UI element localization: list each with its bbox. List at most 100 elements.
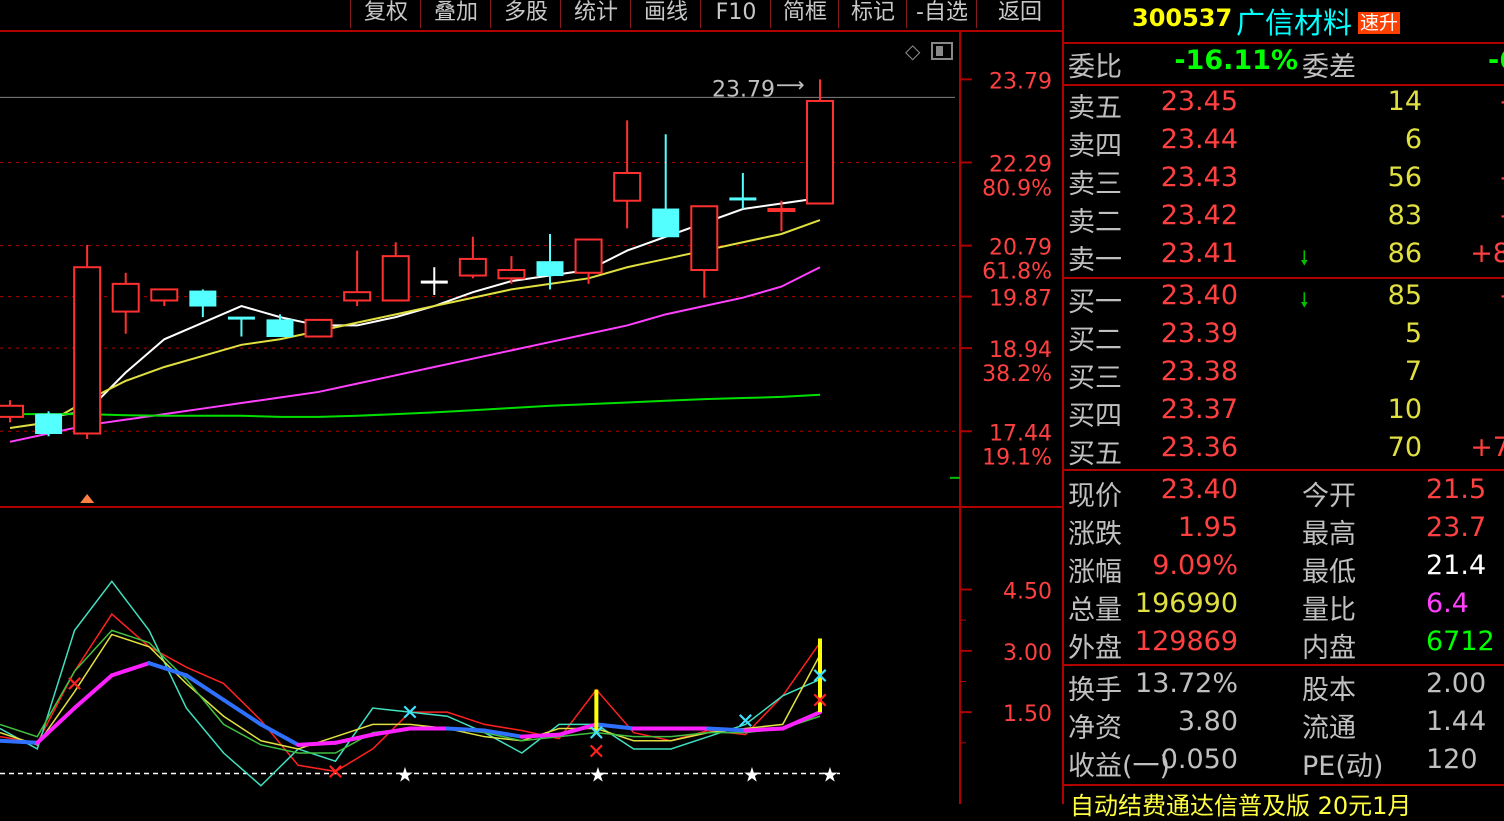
indicator-signal-segment (519, 732, 562, 739)
candle-body (497, 269, 526, 280)
buy-order-volume: 7 (1404, 356, 1422, 387)
stat-value: 3.80 (1177, 706, 1238, 737)
candle-body (304, 318, 333, 338)
fib-axis-label: 80.9% (982, 176, 1052, 201)
toolbar-button-3[interactable]: 多股 (490, 0, 561, 28)
candle-body (613, 172, 642, 202)
candle-body (150, 288, 179, 302)
sell-order-price: 23.41 (1160, 238, 1238, 269)
high-value-label: 23.79 (712, 77, 775, 102)
stat-value: 23.40 (1160, 474, 1238, 505)
indicator-axis-label: 1.50 (1003, 702, 1052, 727)
buy-order-volume: 70 (1387, 432, 1422, 463)
toolbar-button-2[interactable]: 叠加 (420, 0, 491, 28)
stat-row: 现价 23.40 今开 21.5 (1064, 474, 1504, 512)
sell-order-label: 卖一 (1068, 245, 1122, 276)
candle-body (381, 255, 410, 302)
x-marker-icon: ✕ (65, 673, 83, 698)
stat-value: 120 (1426, 744, 1478, 775)
sell-order-row[interactable]: 卖一 23.41 🠗 86 +8 (1064, 238, 1504, 276)
speed-badge: 速升 (1358, 12, 1401, 34)
candle-body (266, 319, 294, 338)
stat-value: 1.95 (1177, 512, 1238, 543)
sell-order-price: 23.45 (1160, 86, 1238, 117)
candle-body (458, 257, 487, 277)
buy-order-row[interactable]: 买五 23.36 70 +7 (1064, 432, 1504, 470)
stat-label: 涨幅 (1068, 557, 1122, 588)
weicha-label: 委差 (1302, 52, 1356, 83)
candle-body (536, 261, 564, 277)
stock-name[interactable]: 广信材料 (1236, 0, 1352, 42)
down-arrow-icon: 🠗 (1300, 246, 1309, 270)
buy-order-row[interactable]: 买一 23.40 🠗 85 - (1064, 280, 1504, 318)
weibi-label: 委比 (1068, 52, 1122, 83)
sell-order-label: 卖二 (1068, 207, 1122, 238)
stat-value: 9.09% (1152, 550, 1238, 581)
quote-panel: 300537 广信材料 速升 委比 -16.11% 委差 -6 卖五 23.45 1… (1062, 0, 1504, 820)
sell-order-label: 卖五 (1068, 93, 1122, 124)
price-axis-label: 22.29 (989, 152, 1052, 177)
weibi-value: -16.11% (1174, 45, 1298, 76)
sell-order-row[interactable]: 卖三 23.43 56 - (1064, 162, 1504, 200)
buy-order-volume: 85 (1387, 280, 1422, 311)
stat-label: 收益(一) (1068, 751, 1171, 782)
stat-row: 收益(一) 0.050 PE(动) 120 (1064, 744, 1504, 782)
stat-label: 涨跌 (1068, 519, 1122, 550)
stat-row: 外盘 129869 内盘 6712 (1064, 626, 1504, 664)
stat-label: 现价 (1068, 481, 1122, 512)
sell-order-price: 23.44 (1160, 124, 1238, 155)
candle-body (343, 291, 372, 302)
candle-body (652, 208, 680, 238)
sell-order-row[interactable]: 卖五 23.45 14 - (1064, 86, 1504, 124)
stat-row: 净资 3.80 流通 1.44 (1064, 706, 1504, 744)
toolbar-button-5[interactable]: 画线 (630, 0, 701, 28)
buy-order-row[interactable]: 买三 23.38 7 (1064, 356, 1504, 394)
stat-value: 6.4 (1426, 588, 1469, 619)
stat-label: 股本 (1302, 675, 1356, 706)
signal-triangle-icon (80, 494, 95, 503)
price-axis-label: 17.44 (989, 421, 1052, 446)
arrow-icon: ⟶ (776, 72, 805, 96)
price-axis-label: 19.87 (989, 287, 1052, 312)
weicha-value: -6 (1488, 45, 1504, 76)
indicator-signal-segment (445, 726, 487, 733)
stat-value: 6712 (1426, 626, 1495, 657)
indicator-line-2 (0, 580, 821, 787)
toolbar-button-7[interactable]: 简框 (770, 0, 839, 28)
buy-order-change: +7 (1470, 432, 1504, 463)
candle-body (690, 205, 719, 271)
sell-order-price: 23.42 (1160, 200, 1238, 231)
indicator-signal-segment (0, 738, 40, 745)
fib-axis-label: 38.2% (982, 362, 1052, 387)
buy-order-label: 买二 (1068, 325, 1122, 356)
toolbar-button-9[interactable]: -自选 (906, 0, 977, 28)
buy-order-price: 23.40 (1160, 280, 1238, 311)
ma-line-4 (10, 393, 821, 418)
fib-axis-label: 61.8% (982, 260, 1052, 285)
sell-order-row[interactable]: 卖四 23.44 6 (1064, 124, 1504, 162)
stat-label: 量比 (1302, 595, 1356, 626)
candle-body (729, 197, 757, 201)
star-icon: ★ (589, 762, 607, 786)
kline-chart[interactable]: ◇ 23.79 22.29 20.79 19.87 18.94 17.44 80.9% 61.8… (0, 0, 1062, 804)
sell-order-row[interactable]: 卖二 23.42 83 - (1064, 200, 1504, 238)
x-marker-icon: ✕ (736, 709, 754, 734)
buy-order-label: 买五 (1068, 439, 1122, 470)
stat-value: 0.050 (1160, 744, 1238, 775)
diamond-icon: ◇ (905, 39, 921, 63)
buy-order-row[interactable]: 买二 23.39 5 (1064, 318, 1504, 356)
stock-code: 300537 (1132, 4, 1233, 32)
sell-order-change: +8 (1470, 238, 1504, 269)
stock-header: 300537 广信材料 速升 (1064, 0, 1504, 40)
buy-order-change: - (1500, 280, 1504, 311)
toolbar-button-10[interactable]: 返回 (976, 0, 1063, 28)
fib-axis-label: 19.1% (982, 445, 1052, 470)
toolbar-button-1[interactable]: 复权 (350, 0, 421, 28)
x-marker-icon: ✕ (811, 664, 829, 689)
toolbar-button-4[interactable]: 统计 (560, 0, 631, 28)
stat-row: 涨幅 9.09% 最低 21.4 (1064, 550, 1504, 588)
toolbar-button-8[interactable]: 标记 (838, 0, 907, 28)
toolbar-button-6[interactable]: F10 (700, 0, 771, 28)
buy-order-row[interactable]: 买四 23.37 10 (1064, 394, 1504, 432)
buy-order-label: 买三 (1068, 363, 1122, 394)
